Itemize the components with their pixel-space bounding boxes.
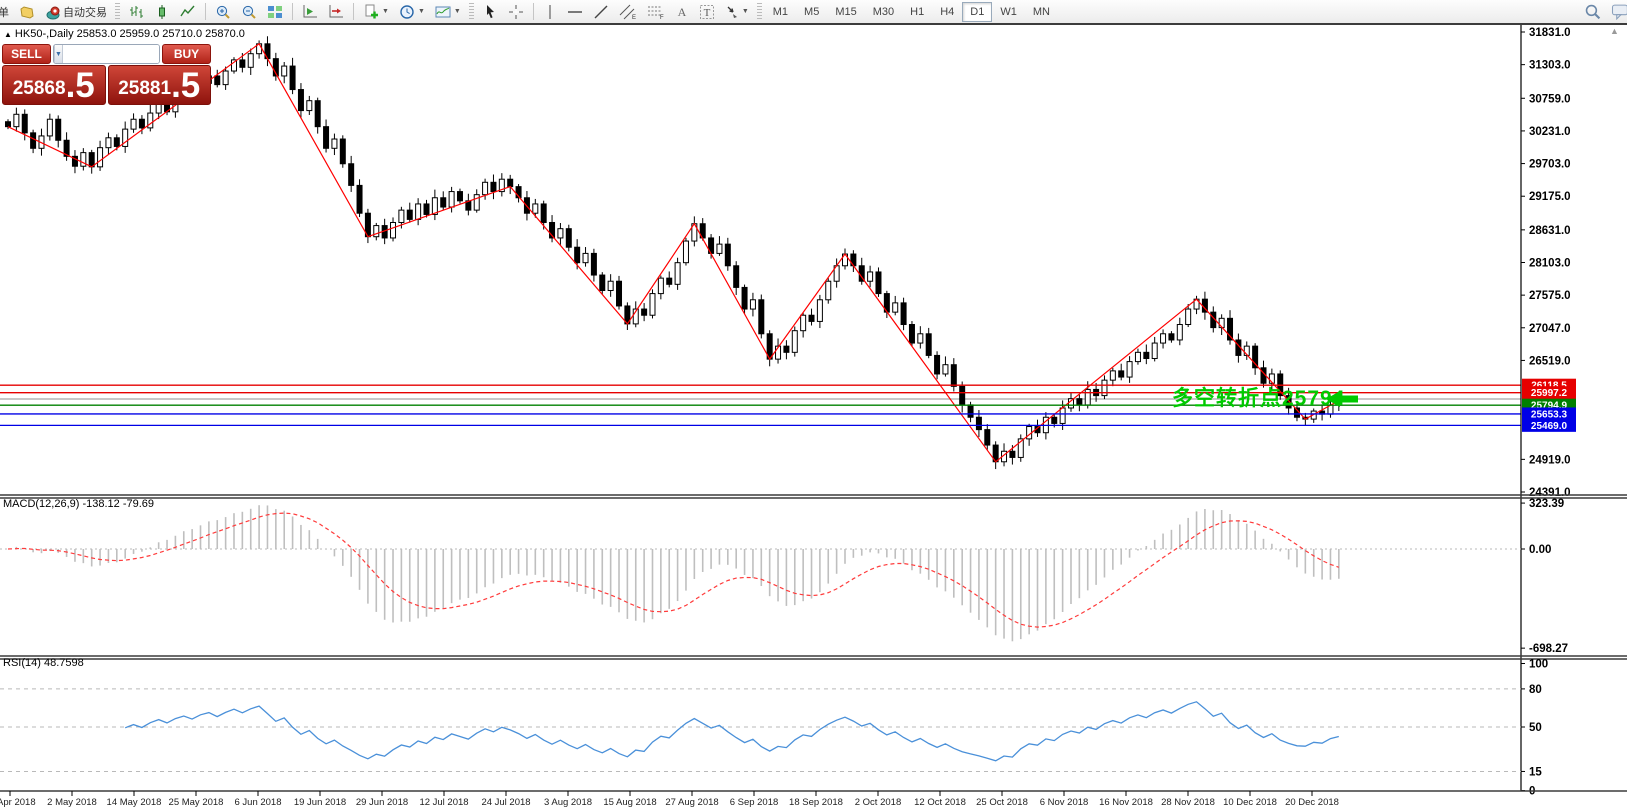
main-toolbar: 单 自动交易 [0,0,1627,25]
periodicity-dropdown[interactable]: ▼ [394,1,430,23]
tab-timeframe-h1[interactable]: H1 [902,2,932,22]
tab-timeframe-m30[interactable]: M30 [865,2,902,22]
new-chart-icon [363,4,379,20]
toolbar-drag-handle[interactable] [469,3,474,20]
new-order-partial-label: 单 [0,4,9,20]
chart-shift-button[interactable] [323,1,349,23]
volume-decrease-button[interactable]: ▼ [54,45,63,63]
tab-timeframe-mn[interactable]: MN [1025,2,1058,22]
chat-icon[interactable] [1606,0,1627,23]
buy-price-panel[interactable]: 25881.5 [108,65,212,105]
new-order-button[interactable]: 单 [0,1,14,23]
svg-text:E: E [632,15,636,20]
svg-text:T: T [703,7,710,19]
timeframe-group: M1 M5 M15 M30 H1 H4 D1 W1 MN [765,0,1058,23]
one-click-collapse-icon[interactable]: ▲ [4,30,12,39]
sell-button[interactable]: SELL [2,44,51,64]
tab-timeframe-w1[interactable]: W1 [992,2,1025,22]
sell-price-int: 25868 [13,76,66,102]
volume-input[interactable] [63,45,160,63]
sell-price-panel[interactable]: 25868.5 [2,65,106,105]
one-click-trading-panel: SELL ▼ ▲ BUY 25868.5 25881.5 [2,44,211,105]
buy-price-int: 25881 [118,76,171,102]
svg-text:A: A [677,5,686,19]
bar-chart-mode-button[interactable] [123,1,149,23]
clock-icon [399,4,415,20]
trendline-tool[interactable] [588,1,614,23]
svg-text:F: F [660,15,664,20]
cursor-tool-button[interactable] [477,1,503,23]
auto-trading-label: 自动交易 [63,4,107,20]
chart-title: ▲HK50-,Daily 25853.0 25959.0 25710.0 258… [4,28,245,40]
tab-timeframe-m15[interactable]: M15 [827,2,864,22]
text-tool[interactable]: A [670,1,694,23]
new-chart-dropdown[interactable]: ▼ [358,1,394,23]
chart-symbol-period: HK50-,Daily [15,28,74,40]
auto-scroll-button[interactable] [297,1,323,23]
template-icon [435,4,451,20]
buy-button[interactable]: BUY [162,44,211,64]
text-label-tool[interactable]: T [694,1,720,23]
templates-dropdown[interactable]: ▼ [430,1,466,23]
chart-text-annotation[interactable]: 多空转折点25794 [1172,382,1345,412]
tab-timeframe-m1[interactable]: M1 [765,2,796,22]
search-icon[interactable] [1579,0,1606,23]
macd-indicator-label: MACD(12,26,9) -138.12 -79.69 [3,498,154,510]
horizontal-line-tool[interactable] [562,1,588,23]
line-chart-mode-button[interactable] [175,1,201,23]
toolbar-drag-handle[interactable] [757,3,762,20]
tab-timeframe-h4[interactable]: H4 [932,2,962,22]
crosshair-tool-button[interactable] [503,1,529,23]
chart-ohlc-values: 25853.0 25959.0 25710.0 25870.0 [77,28,245,40]
candlestick-mode-button[interactable] [149,1,175,23]
vertical-line-tool[interactable] [538,1,562,23]
tab-timeframe-m5[interactable]: M5 [796,2,827,22]
toolbar-drag-handle[interactable] [115,3,120,20]
time-axis[interactable] [0,791,1627,810]
auto-trading-icon [45,4,61,20]
tab-timeframe-d1[interactable]: D1 [962,2,992,22]
zoom-out-button[interactable] [236,1,262,23]
buy-price-frac: .5 [171,69,200,102]
tile-windows-button[interactable] [262,1,288,23]
chart-canvas[interactable]: 26118.525997.225794.925653.325469.031831… [0,25,1627,810]
fibonacci-tool[interactable]: F [642,1,670,23]
order-doc-icon[interactable] [14,1,40,23]
price-axis[interactable] [1521,25,1627,791]
sell-price-frac: .5 [66,69,95,102]
auto-trading-button[interactable]: 自动交易 [40,1,112,23]
arrows-tool-dropdown[interactable]: ▼ [720,1,754,23]
rsi-indicator-label: RSI(14) 48.7598 [3,657,84,669]
chart-window[interactable]: 26118.525997.225794.925653.325469.031831… [0,25,1627,810]
equidistant-channel-tool[interactable]: E [614,1,642,23]
zoom-in-button[interactable] [210,1,236,23]
